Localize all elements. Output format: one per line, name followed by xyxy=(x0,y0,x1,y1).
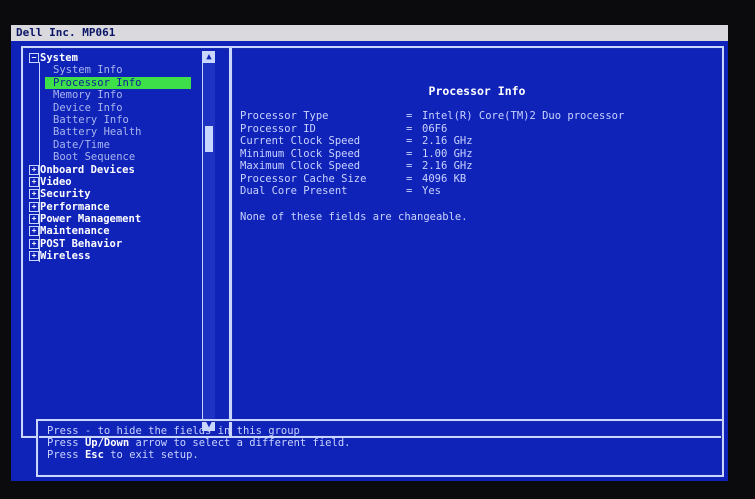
field-label: Processor Type xyxy=(240,110,329,122)
expand-icon[interactable]: + xyxy=(29,214,39,225)
tree-category-label: Onboard Devices xyxy=(40,163,135,176)
tree-category-security[interactable]: + Security xyxy=(29,188,209,200)
tree-category-label: Wireless xyxy=(40,250,91,263)
tree-category-onboard-devices[interactable]: + Onboard Devices xyxy=(29,164,209,176)
field-value: Intel(R) Core(TM)2 Duo processor xyxy=(422,110,625,122)
field-separator: = xyxy=(406,110,413,122)
field-list: Processor Type = Intel(R) Core(TM)2 Duo pr… xyxy=(240,110,624,198)
field-separator: = xyxy=(406,160,413,172)
tree-item-boot-sequence[interactable]: Boot Sequence xyxy=(29,151,209,163)
tree-item-label: Battery Info xyxy=(53,113,129,126)
readonly-note: None of these fields are changeable. xyxy=(240,211,468,223)
collapse-icon[interactable]: − xyxy=(29,53,39,63)
scroll-thumb[interactable] xyxy=(205,126,213,152)
expand-icon[interactable]: + xyxy=(29,164,39,175)
tree-item-system-info[interactable]: System Info xyxy=(29,64,209,76)
tree-item-label: Boot Sequence xyxy=(53,151,136,164)
expand-icon[interactable]: + xyxy=(29,189,39,200)
tree-category-performance[interactable]: + Performance xyxy=(29,201,209,213)
tree-category-label: Power Management xyxy=(40,213,142,226)
help-line-exit: Press Esc to exit setup. xyxy=(47,449,350,461)
tree-category-label: Performance xyxy=(40,200,110,213)
tree-item-label: Battery Health xyxy=(53,126,142,139)
help-text: Press - to hide the fields in this group… xyxy=(47,425,350,461)
help-text-segment: to exit setup. xyxy=(103,449,199,461)
tree-item-battery-info[interactable]: Battery Info xyxy=(29,114,209,126)
field-label: Dual Core Present xyxy=(240,185,348,197)
expand-icon[interactable]: + xyxy=(29,251,39,262)
help-line-navigate: Press Up/Down arrow to select a differen… xyxy=(47,437,350,449)
tree-category-power-management[interactable]: + Power Management xyxy=(29,213,209,225)
tree-category-label: POST Behavior xyxy=(40,237,123,250)
tree-item-memory-info[interactable]: Memory Info xyxy=(29,89,209,101)
field-row-processor-type: Processor Type = Intel(R) Core(TM)2 Duo pr… xyxy=(240,110,624,123)
field-value: 4096 KB xyxy=(422,172,467,185)
field-label: Processor ID xyxy=(240,122,316,135)
field-value: 1.00 GHz xyxy=(422,147,473,160)
details-panel: Processor Info Processor Type = Intel(R) C… xyxy=(230,46,724,438)
field-row-current-clock-speed: Current Clock Speed = 2.16 GHz xyxy=(240,135,624,148)
tree-item-label: Processor Info xyxy=(53,76,142,89)
field-separator: = xyxy=(406,172,413,185)
tree-item-label: Date/Time xyxy=(53,138,110,151)
help-text-segment: arrow to select a different field. xyxy=(129,437,351,449)
field-separator: = xyxy=(406,135,413,147)
tree-category-system[interactable]: − System xyxy=(29,52,209,64)
tree-category-video[interactable]: + Video xyxy=(29,176,209,188)
tree-item-label: Device Info xyxy=(53,101,123,114)
help-text-segment: Press xyxy=(47,449,85,461)
field-label: Current Clock Speed xyxy=(240,135,361,147)
scroll-up-icon[interactable]: ▲ xyxy=(203,51,215,63)
field-row-minimum-clock-speed: Minimum Clock Speed = 1.00 GHz xyxy=(240,148,624,161)
field-row-dual-core-present: Dual Core Present = Yes xyxy=(240,185,624,198)
field-label: Processor Cache Size xyxy=(240,172,367,185)
settings-tree: − System System Info Processor Info Memor… xyxy=(29,52,209,263)
tree-category-maintenance[interactable]: + Maintenance xyxy=(29,225,209,237)
field-value: 06F6 xyxy=(422,122,448,135)
help-text-segment: Press - to hide the fields in this group xyxy=(47,425,300,437)
field-row-processor-id: Processor ID = 06F6 xyxy=(240,123,624,136)
bios-screen: Dell Inc. MP061 − System System Info Proc… xyxy=(11,25,728,481)
tree-category-post-behavior[interactable]: + POST Behavior xyxy=(29,238,209,250)
field-value: 2.16 GHz xyxy=(422,160,473,172)
field-value: 2.16 GHz xyxy=(422,135,473,147)
expand-icon[interactable]: + xyxy=(29,201,39,212)
tree-category-label: System xyxy=(40,52,78,64)
field-value: Yes xyxy=(422,185,441,197)
tree-scrollbar[interactable]: ▲ ▼ xyxy=(202,51,215,431)
expand-icon[interactable]: + xyxy=(29,238,39,249)
field-label: Maximum Clock Speed xyxy=(240,160,361,172)
tree-category-label: Video xyxy=(40,175,72,188)
field-row-maximum-clock-speed: Maximum Clock Speed = 2.16 GHz xyxy=(240,160,624,173)
tree-category-wireless[interactable]: + Wireless xyxy=(29,250,209,262)
tree-item-label: System Info xyxy=(53,64,123,77)
help-line-collapse: Press - to hide the fields in this group xyxy=(47,425,350,437)
tree-item-battery-health[interactable]: Battery Health xyxy=(29,126,209,138)
tree-category-label: Security xyxy=(40,188,91,201)
field-separator: = xyxy=(406,147,413,160)
field-separator: = xyxy=(406,185,413,197)
field-label: Minimum Clock Speed xyxy=(240,147,361,160)
help-text-segment: Press xyxy=(47,437,85,449)
tree-item-date-time[interactable]: Date/Time xyxy=(29,139,209,151)
field-separator: = xyxy=(406,122,413,135)
tree-item-processor-info[interactable]: Processor Info xyxy=(29,76,209,89)
help-panel: Press - to hide the fields in this group… xyxy=(36,419,724,477)
window-title: Dell Inc. MP061 xyxy=(11,25,728,41)
tree-item-device-info[interactable]: Device Info xyxy=(29,102,209,114)
details-title: Processor Info xyxy=(428,84,526,98)
expand-icon[interactable]: + xyxy=(29,226,39,237)
tree-item-label: Memory Info xyxy=(53,89,123,102)
field-row-processor-cache-size: Processor Cache Size = 4096 KB xyxy=(240,173,624,186)
expand-icon[interactable]: + xyxy=(29,176,39,187)
settings-tree-panel: − System System Info Processor Info Memor… xyxy=(21,46,231,438)
help-key-esc: Esc xyxy=(84,449,104,461)
help-key-updown: Up/Down xyxy=(84,437,130,449)
tree-category-label: Maintenance xyxy=(40,225,110,238)
